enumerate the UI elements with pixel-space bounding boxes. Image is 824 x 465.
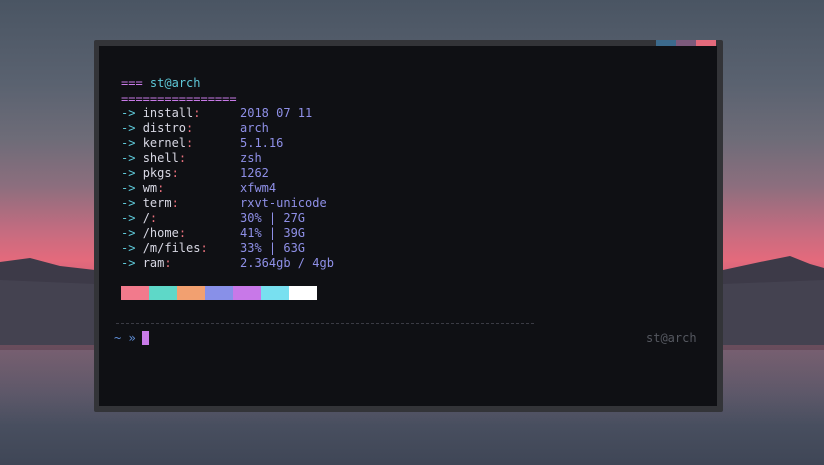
arrow-marker: -> bbox=[121, 151, 136, 165]
info-line: -> pkgs: 1262 bbox=[121, 166, 269, 181]
info-line: -> wm: xfwm4 bbox=[121, 181, 276, 196]
arrow-marker: -> bbox=[121, 226, 136, 240]
color-swatch-6 bbox=[261, 286, 289, 300]
info-line: -> shell: zsh bbox=[121, 151, 262, 166]
info-key: /m/files bbox=[142, 241, 201, 255]
info-line: -> /home: 41% | 39G bbox=[121, 226, 305, 241]
info-colon: : bbox=[149, 211, 158, 225]
info-colon: : bbox=[157, 181, 165, 195]
shell-prompt: ~ » bbox=[114, 331, 136, 345]
header-line: === st@arch bbox=[121, 76, 201, 91]
info-value: 33% | 63G bbox=[240, 241, 306, 255]
arrow-marker: -> bbox=[121, 121, 136, 135]
header-underline: ================ bbox=[121, 92, 237, 106]
info-colon: : bbox=[171, 166, 179, 180]
info-key: wm bbox=[142, 181, 158, 195]
info-key: term bbox=[142, 196, 172, 210]
header-host: st@arch bbox=[149, 76, 201, 90]
arrow-marker: -> bbox=[121, 241, 136, 255]
info-key: distro bbox=[142, 121, 187, 135]
arrow-marker: -> bbox=[121, 106, 136, 120]
info-colon: : bbox=[164, 256, 172, 270]
info-value: 2018 07 11 bbox=[240, 106, 313, 120]
info-line: -> /m/files: 33% | 63G bbox=[121, 241, 305, 256]
info-value: 1262 bbox=[240, 166, 269, 180]
info-value: 5.1.16 bbox=[240, 136, 284, 150]
info-colon: : bbox=[178, 151, 187, 165]
info-key: install bbox=[142, 106, 194, 120]
info-key: shell bbox=[142, 151, 179, 165]
color-palette bbox=[121, 286, 317, 300]
arrow-marker: -> bbox=[121, 181, 136, 195]
prompt-separator bbox=[116, 323, 534, 324]
color-swatch-2 bbox=[149, 286, 177, 300]
info-line: -> distro: arch bbox=[121, 121, 269, 136]
text-cursor[interactable] bbox=[142, 331, 149, 345]
info-key: /home bbox=[142, 226, 179, 240]
arrow-marker: -> bbox=[121, 211, 136, 225]
color-swatch-3 bbox=[177, 286, 205, 300]
color-swatch-4 bbox=[205, 286, 233, 300]
info-line: -> /: 30% | 27G bbox=[121, 211, 305, 226]
info-value: zsh bbox=[240, 151, 262, 165]
info-line: -> ram: 2.364gb / 4gb bbox=[121, 256, 334, 271]
info-key: kernel bbox=[142, 136, 187, 150]
info-value: 41% | 39G bbox=[240, 226, 306, 240]
info-value: arch bbox=[240, 121, 269, 135]
info-line: -> install: 2018 07 11 bbox=[121, 106, 312, 121]
arrow-marker: -> bbox=[121, 196, 136, 210]
color-swatch-1 bbox=[121, 286, 149, 300]
info-colon: : bbox=[200, 241, 208, 255]
info-colon: : bbox=[186, 136, 194, 150]
header-prefix: === bbox=[121, 76, 143, 90]
info-colon: : bbox=[186, 121, 194, 135]
right-prompt-host: st@arch bbox=[646, 331, 697, 345]
color-swatch-7 bbox=[289, 286, 317, 300]
arrow-marker: -> bbox=[121, 136, 136, 150]
info-value: 2.364gb / 4gb bbox=[240, 256, 334, 270]
info-value: xfwm4 bbox=[240, 181, 277, 195]
info-colon: : bbox=[193, 106, 201, 120]
arrow-marker: -> bbox=[121, 256, 136, 270]
info-key: pkgs bbox=[142, 166, 172, 180]
info-colon: : bbox=[178, 226, 187, 240]
info-line: -> kernel: 5.1.16 bbox=[121, 136, 283, 151]
info-key: ram bbox=[142, 256, 165, 270]
info-line: -> term: rxvt-unicode bbox=[121, 196, 327, 211]
color-swatch-5 bbox=[233, 286, 261, 300]
arrow-marker: -> bbox=[121, 166, 136, 180]
info-key: / bbox=[142, 211, 150, 225]
info-value: 30% | 27G bbox=[240, 211, 306, 225]
info-value: rxvt-unicode bbox=[240, 196, 327, 210]
info-colon: : bbox=[171, 196, 179, 210]
